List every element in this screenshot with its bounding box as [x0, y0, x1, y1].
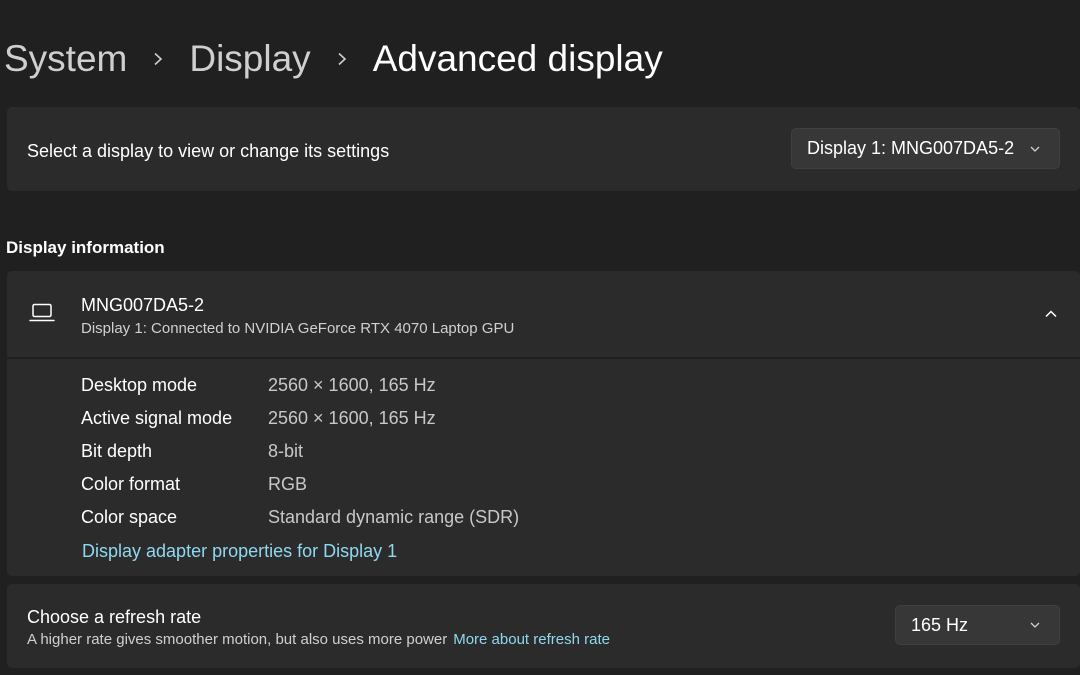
display-information-header[interactable]: MNG007DA5-2 Display 1: Connected to NVID… — [7, 271, 1080, 357]
breadcrumb-system[interactable]: System — [4, 38, 127, 80]
display-selector-card: Select a display to view or change its s… — [7, 107, 1080, 191]
chevron-down-icon — [1030, 622, 1040, 628]
refresh-rate-title: Choose a refresh rate — [27, 607, 202, 627]
property-row: Color space Standard dynamic range (SDR) — [81, 507, 519, 531]
page-title: Advanced display — [372, 38, 663, 79]
display-selector-label: Select a display to view or change its s… — [27, 141, 390, 161]
breadcrumb-display[interactable]: Display — [189, 38, 310, 80]
chevron-down-icon — [1030, 146, 1040, 152]
property-label: Bit depth — [81, 441, 153, 461]
section-title-display-information: Display information — [6, 238, 165, 257]
property-row: Desktop mode 2560 × 1600, 165 Hz — [81, 375, 436, 399]
refresh-rate-value: 165 Hz — [911, 614, 969, 635]
property-value: 2560 × 1600, 165 Hz — [268, 375, 436, 395]
property-label: Color space — [81, 507, 178, 527]
display-adapter-properties-link[interactable]: Display adapter properties for Display 1 — [82, 541, 397, 562]
monitor-name: MNG007DA5-2 — [81, 295, 205, 315]
property-value: RGB — [268, 474, 308, 494]
property-row: Color format RGB — [81, 474, 307, 498]
refresh-rate-description: A higher rate gives smoother motion, but… — [27, 631, 610, 648]
collapse-button[interactable] — [1036, 301, 1066, 327]
laptop-icon — [29, 303, 55, 322]
refresh-rate-dropdown[interactable]: 165 Hz — [895, 605, 1060, 645]
more-about-refresh-rate-link[interactable]: More about refresh rate — [453, 631, 610, 648]
chevron-up-icon — [1045, 310, 1057, 318]
property-value: 8-bit — [268, 441, 304, 461]
property-label: Active signal mode — [81, 408, 233, 428]
property-row: Active signal mode 2560 × 1600, 165 Hz — [81, 408, 436, 432]
display-select-dropdown[interactable]: Display 1: MNG007DA5-2 — [791, 128, 1060, 169]
breadcrumb: System Display Advanced display — [4, 34, 663, 84]
chevron-right-icon — [151, 52, 165, 66]
chevron-right-icon — [335, 52, 349, 66]
display-select-value: Display 1: MNG007DA5-2 — [807, 138, 1015, 158]
property-label: Color format — [81, 474, 181, 494]
property-value: Standard dynamic range (SDR) — [268, 507, 520, 527]
monitor-connection: Display 1: Connected to NVIDIA GeForce R… — [81, 320, 515, 337]
property-label: Desktop mode — [81, 375, 198, 395]
refresh-rate-description-text: A higher rate gives smoother motion, but… — [27, 631, 448, 648]
display-information-details: Desktop mode 2560 × 1600, 165 Hz Active … — [7, 359, 1080, 576]
refresh-rate-card: Choose a refresh rate A higher rate give… — [7, 584, 1080, 668]
property-row: Bit depth 8-bit — [81, 441, 303, 465]
property-value: 2560 × 1600, 165 Hz — [268, 408, 436, 428]
